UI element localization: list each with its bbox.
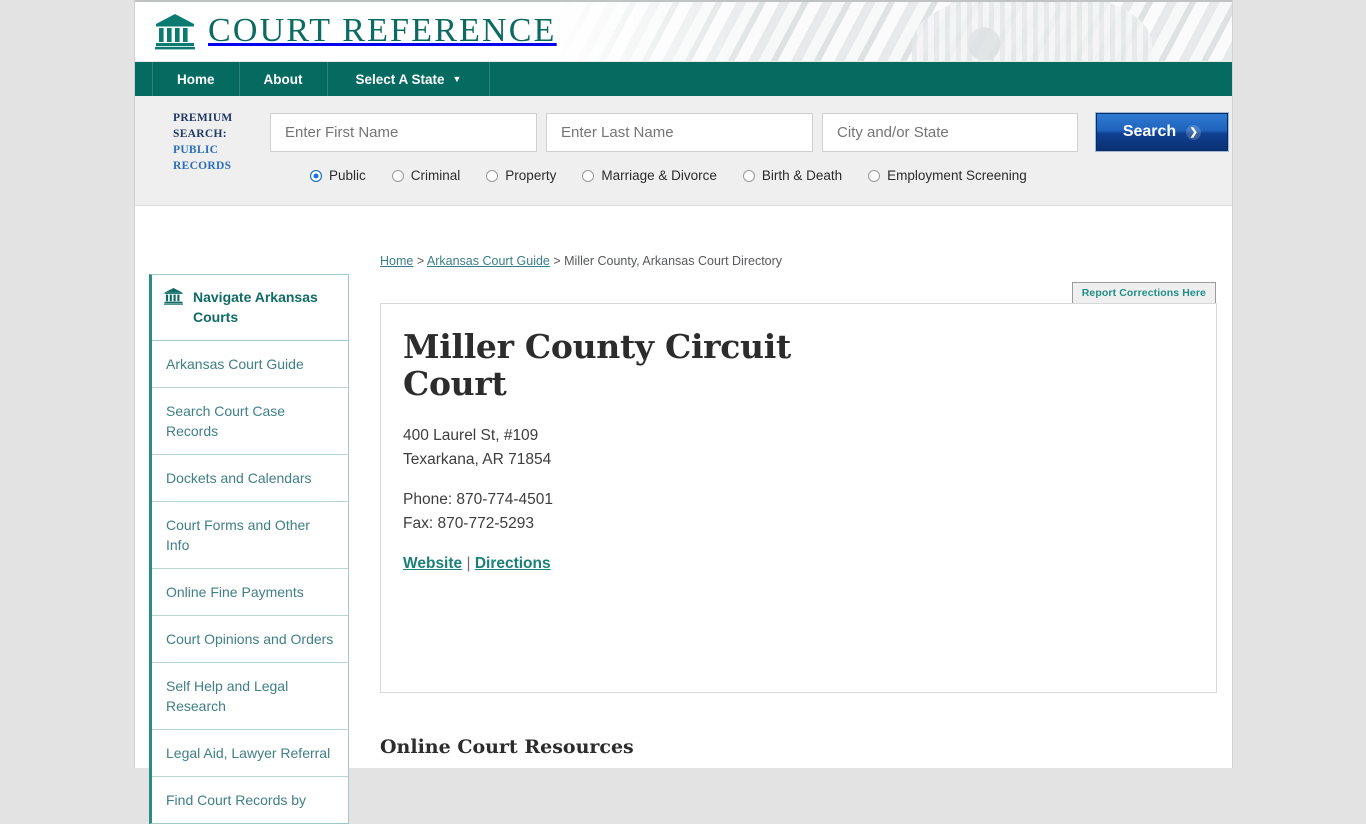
column-capital-decoration [912, 0, 1152, 61]
main-navigation: Home About Select A State ▼ [135, 62, 1232, 96]
court-address-line2: Texarkana, AR 71854 [403, 451, 552, 468]
court-phone: Phone: 870-774-4501 [403, 491, 553, 508]
sidebar-item-find-court-records-by[interactable]: Find Court Records by [152, 777, 348, 823]
radio-birth-death-dot [742, 169, 755, 182]
premium-label-line1: PREMIUM [173, 112, 233, 124]
breadcrumb-home[interactable]: Home [380, 254, 413, 268]
radio-employment-screening-label: Employment Screening [887, 168, 1027, 183]
report-corrections-button[interactable]: Report Corrections Here [1071, 282, 1216, 304]
sidebar-navigate-arkansas-courts: Navigate Arkansas Courts Arkansas Court … [149, 274, 349, 824]
content-column: COURT REFERENCE Home About Select A Stat… [135, 0, 1232, 824]
premium-label-line4: RECORDS [173, 160, 232, 172]
sidebar-item-court-forms-and-other-info[interactable]: Court Forms and Other Info [152, 502, 348, 569]
radio-marriage-divorce[interactable]: Marriage & Divorce [582, 168, 717, 183]
premium-search-label: PREMIUM SEARCH: PUBLIC RECORDS [173, 110, 273, 174]
online-court-resources-heading: Online Court Resources [380, 736, 634, 758]
page-root: COURT REFERENCE Home About Select A Stat… [0, 0, 1366, 824]
premium-label-line3: PUBLIC [173, 144, 219, 156]
court-address: 400 Laurel St, #109 Texarkana, AR 71854 [403, 424, 1194, 472]
breadcrumb-arkansas-court-guide[interactable]: Arkansas Court Guide [427, 254, 550, 268]
radio-property-label: Property [505, 168, 557, 183]
radio-criminal-label: Criminal [410, 168, 461, 183]
radio-marriage-divorce-label: Marriage & Divorce [601, 168, 717, 183]
breadcrumb: Home > Arkansas Court Guide > Miller Cou… [380, 254, 782, 268]
radio-marriage-divorce-dot [582, 169, 595, 182]
breadcrumb-separator-2: > [549, 254, 565, 268]
court-links: Website | Directions [403, 552, 1194, 576]
sidebar-item-dockets-and-calendars[interactable]: Dockets and Calendars [152, 455, 348, 502]
radio-public[interactable]: Public [310, 168, 366, 183]
radio-employment-screening-dot [868, 169, 881, 182]
search-type-radio-group: Public Criminal Property Marriage & Divo… [310, 168, 1027, 183]
directions-link[interactable]: Directions [475, 555, 551, 572]
radio-criminal-dot [391, 169, 404, 182]
radio-public-dot [310, 169, 322, 182]
masthead: COURT REFERENCE [135, 0, 1232, 62]
court-fax: Fax: 870-772-5293 [403, 515, 534, 532]
search-button[interactable]: Search ❯ [1096, 113, 1228, 151]
website-link[interactable]: Website [403, 555, 462, 572]
radio-birth-death-label: Birth & Death [761, 168, 843, 183]
premium-search-band: PREMIUM SEARCH: PUBLIC RECORDS Search ❯ … [135, 96, 1232, 206]
sidebar-heading: Navigate Arkansas Courts [193, 289, 318, 325]
courthouse-icon [155, 12, 195, 50]
court-contact: Phone: 870-774-4501 Fax: 870-772-5293 [403, 488, 1194, 536]
radio-birth-death[interactable]: Birth & Death [742, 168, 843, 183]
first-name-input[interactable] [270, 113, 537, 152]
brand-logo-link[interactable]: COURT REFERENCE [155, 12, 557, 50]
last-name-input[interactable] [546, 113, 813, 152]
court-detail-card: Miller County Circuit Court 400 Laurel S… [380, 303, 1217, 693]
search-button-label: Search [1122, 123, 1177, 140]
sidebar-item-self-help-and-legal-research[interactable]: Self Help and Legal Research [152, 663, 348, 730]
courthouse-icon [164, 287, 183, 310]
city-state-input[interactable] [822, 113, 1078, 152]
page-title: Miller County Circuit Court [403, 327, 791, 403]
sidebar-header: Navigate Arkansas Courts [152, 275, 348, 341]
court-address-line1: 400 Laurel St, #109 [403, 427, 539, 444]
nav-item-select-a-state-label: Select A State [355, 71, 445, 87]
link-separator: | [466, 555, 471, 572]
sidebar-item-court-opinions-and-orders[interactable]: Court Opinions and Orders [152, 616, 348, 663]
radio-property[interactable]: Property [486, 168, 556, 183]
radio-public-label: Public [329, 168, 366, 183]
sidebar-item-arkansas-court-guide[interactable]: Arkansas Court Guide [152, 341, 348, 388]
premium-label-line2: SEARCH: [173, 128, 227, 140]
breadcrumb-current: Miller County, Arkansas Court Directory [564, 254, 783, 268]
search-fields: Search ❯ [270, 113, 1228, 152]
nav-item-select-a-state[interactable]: Select A State ▼ [328, 62, 491, 96]
chevron-right-icon: ❯ [1186, 124, 1202, 140]
radio-property-dot [486, 169, 499, 182]
sidebar-item-online-fine-payments[interactable]: Online Fine Payments [152, 569, 348, 616]
nav-item-home[interactable]: Home [152, 62, 240, 96]
radio-employment-screening[interactable]: Employment Screening [868, 168, 1027, 183]
radio-criminal[interactable]: Criminal [391, 168, 461, 183]
chevron-down-icon: ▼ [452, 73, 462, 84]
sidebar-item-search-court-case-records[interactable]: Search Court Case Records [152, 388, 348, 455]
nav-item-about[interactable]: About [240, 62, 328, 96]
masthead-top-rule [135, 0, 1232, 2]
sidebar-item-legal-aid-lawyer-referral[interactable]: Legal Aid, Lawyer Referral [152, 730, 348, 777]
brand-title: COURT REFERENCE [208, 12, 557, 49]
breadcrumb-separator-1: > [413, 254, 427, 268]
